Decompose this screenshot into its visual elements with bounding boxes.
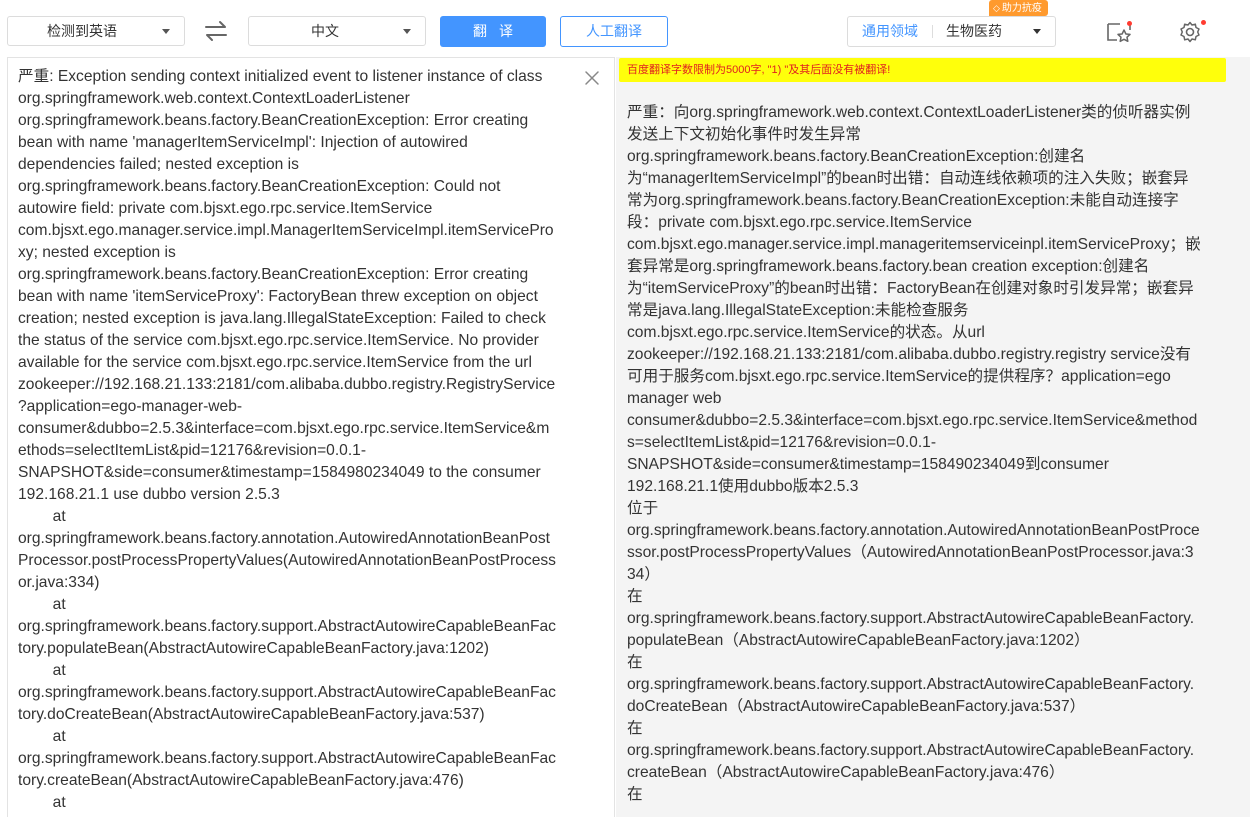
translation-line: 在 — [627, 654, 643, 671]
source-line: creation; nested exception is java.lang.… — [18, 310, 546, 327]
close-icon[interactable] — [584, 70, 600, 86]
translation-line: zookeeper://192.168.21.133:2181/com.alib… — [627, 346, 1192, 363]
translation-line: ssor.postProcessPropertyValues（Autowired… — [627, 544, 1194, 561]
notification-dot — [1201, 20, 1206, 25]
source-line: consumer&dubbo=2.5.3&interface=com.bjsxt… — [18, 420, 550, 437]
translation-line: org.springframework.beans.factory.suppor… — [627, 610, 1195, 627]
translation-line: SNAPSHOT&side=consumer&timestamp=1584902… — [627, 456, 1109, 473]
source-line: bean with name 'managerItemServiceImpl':… — [18, 134, 468, 151]
source-line: at — [18, 728, 66, 745]
translation-line: 可用于服务com.bjsxt.ego.rpc.service.ItemServi… — [627, 368, 1171, 385]
translation-line: org.springframework.beans.factory.annota… — [627, 522, 1200, 539]
swap-arrows-icon[interactable] — [204, 20, 228, 42]
source-line: ?application=ego-manager-web- — [18, 398, 243, 415]
source-line: xy; nested exception is — [18, 244, 176, 261]
translation-line: createBean（AbstractAutowireCapableBeanFa… — [627, 764, 1065, 781]
translation-line: populateBean（AbstractAutowireCapableBean… — [627, 632, 1090, 649]
source-line: tory.doCreateBean(AbstractAutowireCapabl… — [18, 706, 485, 723]
chevron-down-icon — [403, 29, 411, 34]
translate-button[interactable]: 翻译 — [440, 16, 546, 47]
translation-line: 位于 — [627, 500, 659, 517]
source-line: dependencies failed; nested exception is — [18, 156, 299, 173]
translation-line: consumer&dubbo=2.5.3&interface=com.bjsxt… — [627, 412, 1198, 429]
source-line: ethods=selectItemList&pid=12176&revision… — [18, 442, 367, 459]
target-language-select[interactable]: 中文 — [248, 16, 426, 46]
source-line: org.springframework.beans.factory.suppor… — [18, 684, 556, 701]
translation-line: org.springframework.beans.factory.suppor… — [627, 742, 1195, 759]
source-line: autowire field: private com.bjsxt.ego.rp… — [18, 200, 433, 217]
translation-line: 为“managerItemServiceImpl”的bean时出错：自动连线依赖… — [627, 170, 1189, 187]
source-line: or.java:334) — [18, 574, 100, 591]
translation-line: 在 — [627, 720, 643, 737]
badge-label: 助力抗疫 — [1001, 3, 1042, 14]
translation-line: 发送上下文初始化事件时发生异常 — [627, 126, 861, 143]
translation-line: com.bjsxt.ego.manager.service.impl.manag… — [627, 236, 1201, 253]
source-line: org.springframework.web.context.ContextL… — [18, 90, 410, 107]
source-line: SNAPSHOT&side=consumer&timestamp=1584980… — [18, 464, 541, 481]
source-line: 192.168.21.1 use dubbo version 2.5.3 — [18, 486, 280, 503]
domain-selected-value: 生物医药 — [946, 23, 1002, 39]
translation-line: 常是java.lang.IllegalStateException:未能检查服务 — [627, 302, 969, 319]
source-line: com.bjsxt.ego.manager.service.impl.Manag… — [18, 222, 554, 239]
source-textarea[interactable]: 严重: Exception sending context initialize… — [18, 66, 574, 814]
source-line: org.springframework.beans.factory.suppor… — [18, 618, 556, 635]
translation-line: 套异常是org.springframework.beans.factory.be… — [627, 258, 1150, 275]
domain-general-option[interactable]: 通用领域 — [862, 17, 918, 46]
source-line: at — [18, 662, 66, 679]
source-line: zookeeper://192.168.21.133:2181/com.alib… — [18, 376, 556, 393]
char-limit-warning: 百度翻译字数限制为5000字, "1) "及其后面没有被翻译! — [619, 58, 1226, 82]
translation-line: 在 — [627, 786, 643, 803]
source-line: at — [18, 596, 66, 613]
translation-line: 192.168.21.1使用dubbo版本2.5.3 — [627, 478, 859, 495]
translation-line: 段：private com.bjsxt.ego.rpc.service.Item… — [627, 214, 972, 231]
translation-line: 为“itemServiceProxy”的bean时出错：FactoryBean在… — [627, 280, 1194, 297]
translation-line: 在 — [627, 588, 643, 605]
target-language-label: 中文 — [311, 23, 339, 39]
promo-badge: ◇ 助力抗疫 — [989, 0, 1048, 16]
human-translate-button[interactable]: 人工翻译 — [560, 16, 668, 47]
domain-select[interactable]: 通用领域 生物医药 — [847, 16, 1056, 47]
translation-line: com.bjsxt.ego.rpc.service.ItemService的状态… — [627, 324, 985, 341]
translation-line: 严重：向org.springframework.web.context.Cont… — [627, 104, 1191, 121]
source-line: org.springframework.beans.factory.BeanCr… — [18, 178, 501, 195]
source-line: Processor.postProcessPropertyValues(Auto… — [18, 552, 556, 569]
chevron-down-icon — [1033, 29, 1041, 34]
source-line: bean with name 'itemServiceProxy': Facto… — [18, 288, 538, 305]
source-line: 严重: Exception sending context initialize… — [18, 68, 543, 85]
translation-line: doCreateBean（AbstractAutowireCapableBean… — [627, 698, 1086, 715]
source-language-label: 检测到英语 — [47, 23, 117, 39]
toolbar: 检测到英语 中文 翻译 人工翻译 通用领域 生物医药 ◇ 助力抗疫 — [0, 0, 1250, 60]
source-language-select[interactable]: 检测到英语 — [7, 16, 185, 46]
source-line: tory.populateBean(AbstractAutowireCapabl… — [18, 640, 489, 657]
translation-line: manager web — [627, 390, 722, 407]
source-line: the status of the service com.bjsxt.ego.… — [18, 332, 539, 349]
source-line: tory.createBean(AbstractAutowireCapableB… — [18, 772, 464, 789]
tag-icon: ◇ — [993, 3, 1000, 13]
notification-dot — [1127, 21, 1132, 26]
translation-line: org.springframework.beans.factory.BeanCr… — [627, 148, 1086, 165]
source-line: org.springframework.beans.factory.suppor… — [18, 750, 556, 767]
domain-divider — [932, 25, 933, 38]
translation-line: s=selectItemList&pid=12176&revision=0.0.… — [627, 434, 937, 451]
translation-line: org.springframework.beans.factory.suppor… — [627, 676, 1195, 693]
chevron-down-icon — [162, 29, 170, 34]
source-line: available for the service com.bjsxt.ego.… — [18, 354, 532, 371]
source-line: org.springframework.beans.factory.BeanCr… — [18, 266, 529, 283]
source-line: org.springframework.beans.factory.annota… — [18, 530, 550, 547]
gear-icon[interactable] — [1178, 20, 1204, 44]
translation-line: 常为org.springframework.beans.factory.Bean… — [627, 192, 1179, 209]
translation-line: 34） — [627, 566, 660, 583]
source-line: org.springframework.beans.factory.BeanCr… — [18, 112, 529, 129]
source-line: at — [18, 794, 66, 811]
translation-output: 严重：向org.springframework.web.context.Cont… — [627, 102, 1219, 806]
source-line: at — [18, 508, 66, 525]
